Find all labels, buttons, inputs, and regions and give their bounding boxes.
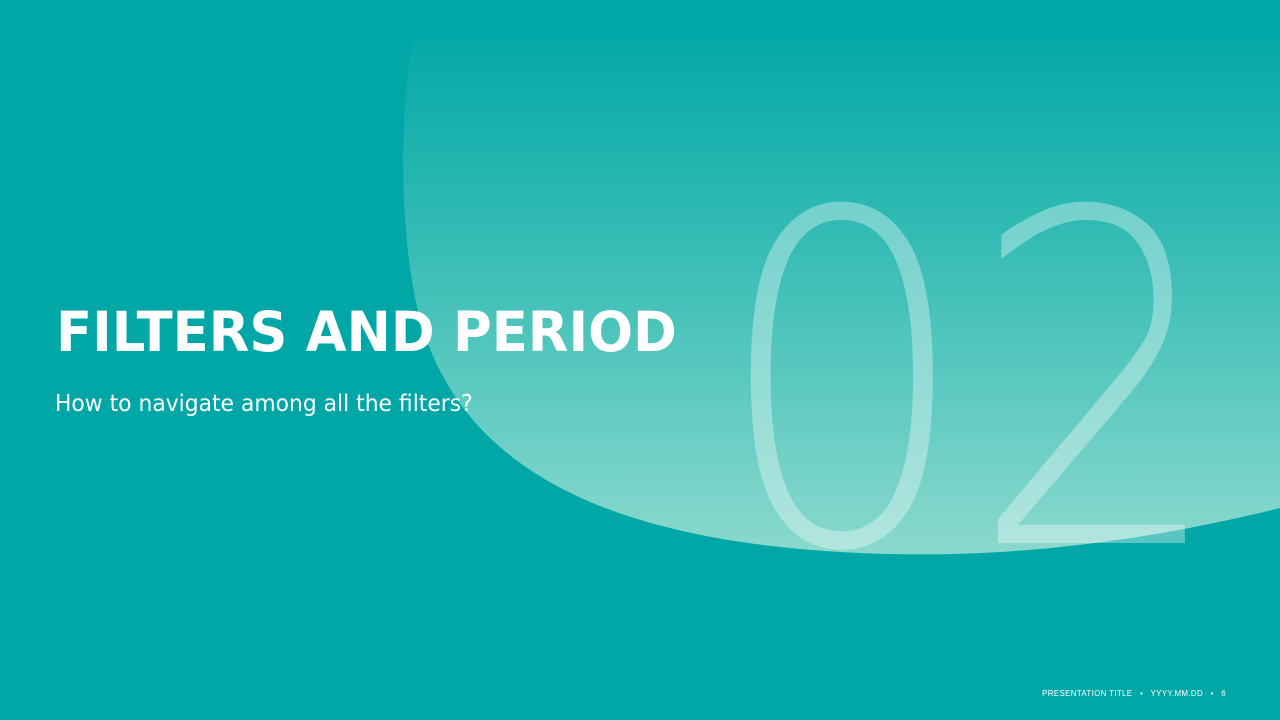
footer-date: YYYY.MM.DD xyxy=(1150,689,1204,698)
footer-page-number: 6 xyxy=(1221,689,1226,698)
footer-separator: • xyxy=(1139,689,1144,698)
slide: 02 FILTERS AND PERIOD How to navigate am… xyxy=(0,0,1280,720)
footer-presentation-title: PRESENTATION TITLE xyxy=(1042,689,1133,698)
slide-title: FILTERS AND PERIOD xyxy=(56,300,677,364)
section-number: 02 xyxy=(715,117,1225,652)
footer: PRESENTATION TITLE • YYYY.MM.DD • 6 xyxy=(1042,689,1226,698)
slide-subtitle: How to navigate among all the filters? xyxy=(55,391,473,417)
footer-separator: • xyxy=(1210,689,1214,698)
